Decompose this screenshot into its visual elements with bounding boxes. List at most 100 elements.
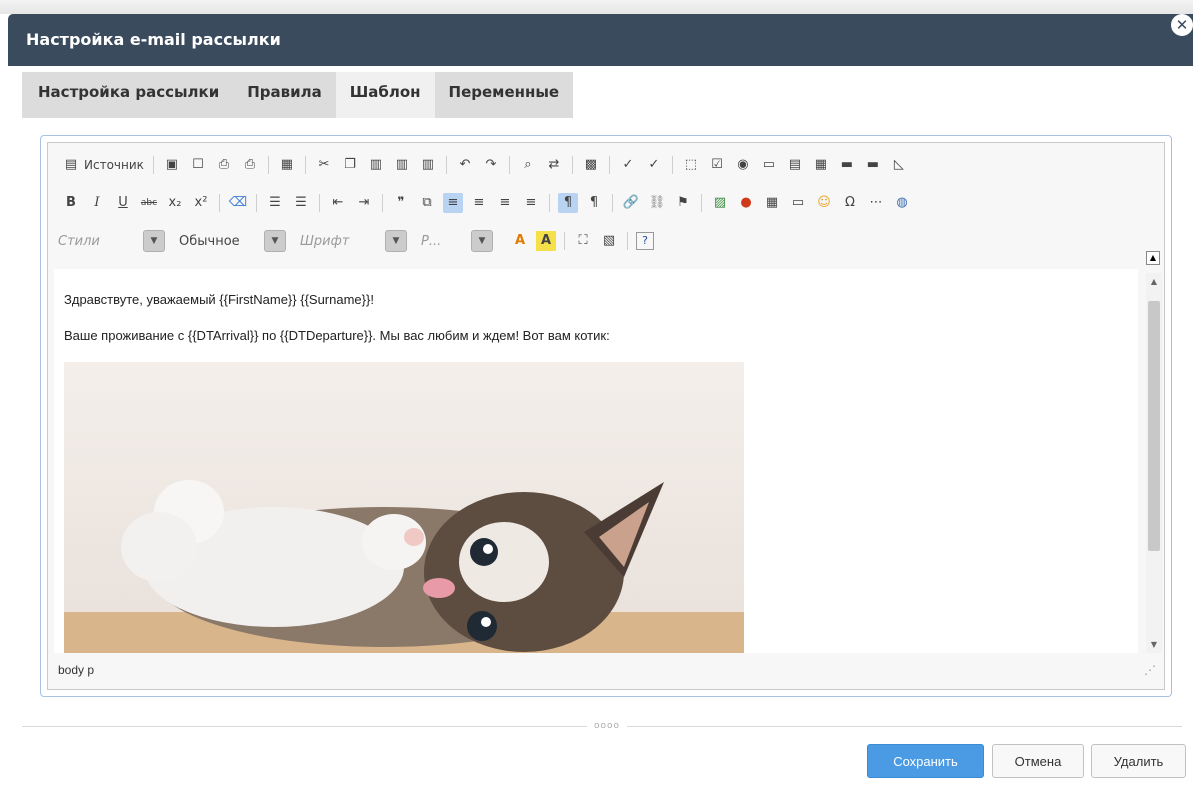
- remove-format-icon[interactable]: ⌫: [228, 193, 248, 213]
- cut-icon[interactable]: ✂: [314, 155, 334, 175]
- tab-bar: Настройка рассылки Правила Шаблон Переме…: [22, 72, 574, 118]
- font-combo[interactable]: Шрифт ▼: [300, 229, 407, 253]
- toolbar-separator: [608, 156, 610, 174]
- toolbar-row-3: Стили ▼ Обычное ▼ Шрифт ▼ Р... ▼ A A ⛶ ▧…: [58, 227, 657, 255]
- styles-combo[interactable]: Стили ▼: [58, 229, 165, 253]
- numbered-list-icon[interactable]: ☰: [265, 193, 285, 213]
- undo-icon[interactable]: ↶: [455, 155, 475, 175]
- print-icon[interactable]: ⎙: [240, 155, 260, 175]
- strikethrough-icon[interactable]: abc: [139, 193, 159, 213]
- toolbar-separator: [612, 194, 613, 212]
- preview-icon[interactable]: ⎙: [214, 155, 234, 175]
- radio-icon[interactable]: ◉: [733, 155, 753, 175]
- outdent-icon[interactable]: ⇤: [328, 193, 348, 213]
- align-right-icon[interactable]: ≡: [495, 193, 515, 213]
- toolbar-separator: [267, 156, 269, 174]
- text-ltr-icon[interactable]: ¶: [558, 193, 578, 213]
- chevron-down-icon[interactable]: ▼: [471, 230, 493, 252]
- text-rtl-icon[interactable]: ¶: [584, 193, 604, 213]
- horizontal-rule-icon[interactable]: ▭: [788, 193, 808, 213]
- splitter-grip-icon[interactable]: oooo: [587, 721, 627, 731]
- tab-template[interactable]: Шаблон: [335, 72, 435, 118]
- chevron-down-icon[interactable]: ▼: [264, 230, 286, 252]
- collapse-toolbar-icon[interactable]: ▲: [1146, 251, 1160, 265]
- link-icon[interactable]: 🔗: [621, 193, 641, 213]
- chevron-down-icon[interactable]: ▼: [143, 230, 165, 252]
- select-field-icon[interactable]: ▦: [811, 155, 831, 175]
- content-scrollbar[interactable]: ▲ ▼: [1146, 273, 1162, 653]
- toolbar-separator: [219, 194, 220, 212]
- content-line-greeting: Здравствуте, уважаемый {{FirstName}} {{S…: [64, 292, 374, 307]
- align-center-icon[interactable]: ≡: [469, 193, 489, 213]
- size-combo[interactable]: Р... ▼: [421, 229, 493, 253]
- button-field-icon[interactable]: ▬: [837, 155, 857, 175]
- replace-icon[interactable]: ⇄: [544, 155, 564, 175]
- source-button[interactable]: ▤ Источник: [58, 155, 144, 175]
- redo-icon[interactable]: ↷: [481, 155, 501, 175]
- element-path[interactable]: body p: [58, 663, 94, 677]
- form-icon[interactable]: ⬚: [681, 155, 701, 175]
- unlink-icon[interactable]: ⛓: [647, 193, 667, 213]
- show-blocks-icon[interactable]: ▧: [599, 231, 619, 251]
- text-color-icon[interactable]: A: [510, 231, 530, 251]
- format-combo[interactable]: Обычное ▼: [179, 229, 286, 253]
- copy-icon[interactable]: ❐: [340, 155, 360, 175]
- tab-variables[interactable]: Переменные: [434, 72, 574, 118]
- background-color-icon[interactable]: A: [536, 231, 556, 251]
- cancel-button[interactable]: Отмена: [992, 744, 1084, 778]
- chevron-down-icon[interactable]: ▼: [385, 230, 407, 252]
- tab-mailing-settings[interactable]: Настройка рассылки: [22, 72, 234, 118]
- checkbox-icon[interactable]: ☑: [707, 155, 727, 175]
- image-button-icon[interactable]: ▬: [863, 155, 883, 175]
- scroll-down-icon[interactable]: ▼: [1146, 640, 1162, 649]
- delete-button[interactable]: Удалить: [1091, 744, 1186, 778]
- resize-handle-icon[interactable]: ⋰: [1144, 657, 1156, 683]
- save-button[interactable]: Сохранить: [867, 744, 984, 778]
- justify-icon[interactable]: ≡: [521, 193, 541, 213]
- image-icon[interactable]: ▨: [710, 193, 730, 213]
- templates-icon[interactable]: ▦: [277, 155, 297, 175]
- textarea-icon[interactable]: ▤: [785, 155, 805, 175]
- maximize-icon[interactable]: ⛶: [573, 231, 593, 251]
- size-label: Р...: [421, 233, 442, 249]
- underline-icon[interactable]: U: [113, 193, 133, 213]
- spellcheck-icon[interactable]: ✓: [618, 155, 638, 175]
- save-icon[interactable]: ▣: [162, 155, 182, 175]
- hidden-field-icon[interactable]: ◺: [889, 155, 909, 175]
- dialog-titlebar: Настройка e-mail рассылки: [8, 14, 1193, 66]
- select-all-icon[interactable]: ▩: [581, 155, 601, 175]
- indent-icon[interactable]: ⇥: [354, 193, 374, 213]
- blockquote-icon[interactable]: ❞: [391, 193, 411, 213]
- table-icon[interactable]: ▦: [762, 193, 782, 213]
- toolbar-separator: [304, 156, 306, 174]
- editor-content-area[interactable]: Здравствуте, уважаемый {{FirstName}} {{S…: [54, 269, 1138, 653]
- bold-icon[interactable]: B: [61, 193, 81, 213]
- window-top-strip: [0, 0, 1193, 14]
- superscript-icon[interactable]: x²: [191, 193, 211, 213]
- new-page-icon[interactable]: ☐: [188, 155, 208, 175]
- scroll-up-icon[interactable]: ▲: [1146, 277, 1162, 286]
- smiley-icon[interactable]: ☺: [814, 193, 834, 213]
- subscript-icon[interactable]: x₂: [165, 193, 185, 213]
- close-icon[interactable]: ✕: [1171, 14, 1193, 36]
- anchor-icon[interactable]: ⚑: [673, 193, 693, 213]
- align-left-icon[interactable]: ≡: [443, 193, 463, 213]
- italic-icon[interactable]: I: [87, 193, 107, 213]
- page-break-icon[interactable]: ⋯: [866, 193, 886, 213]
- bulleted-list-icon[interactable]: ☰: [291, 193, 311, 213]
- div-container-icon[interactable]: ⧉: [417, 193, 437, 213]
- special-char-icon[interactable]: Ω: [840, 193, 860, 213]
- paste-icon[interactable]: ▥: [366, 155, 386, 175]
- paste-text-icon[interactable]: ▥: [392, 155, 412, 175]
- scroll-thumb[interactable]: [1148, 301, 1160, 551]
- kitten-image[interactable]: [64, 362, 744, 653]
- textfield-icon[interactable]: ▭: [759, 155, 779, 175]
- iframe-icon[interactable]: ◍: [892, 193, 912, 213]
- scayt-icon[interactable]: ✓: [644, 155, 664, 175]
- tab-rules[interactable]: Правила: [233, 72, 336, 118]
- flash-icon[interactable]: ●: [736, 193, 756, 213]
- toolbar-separator: [382, 194, 383, 212]
- find-icon[interactable]: ⌕: [518, 155, 538, 175]
- about-icon[interactable]: ?: [636, 232, 654, 250]
- paste-word-icon[interactable]: ▥: [418, 155, 438, 175]
